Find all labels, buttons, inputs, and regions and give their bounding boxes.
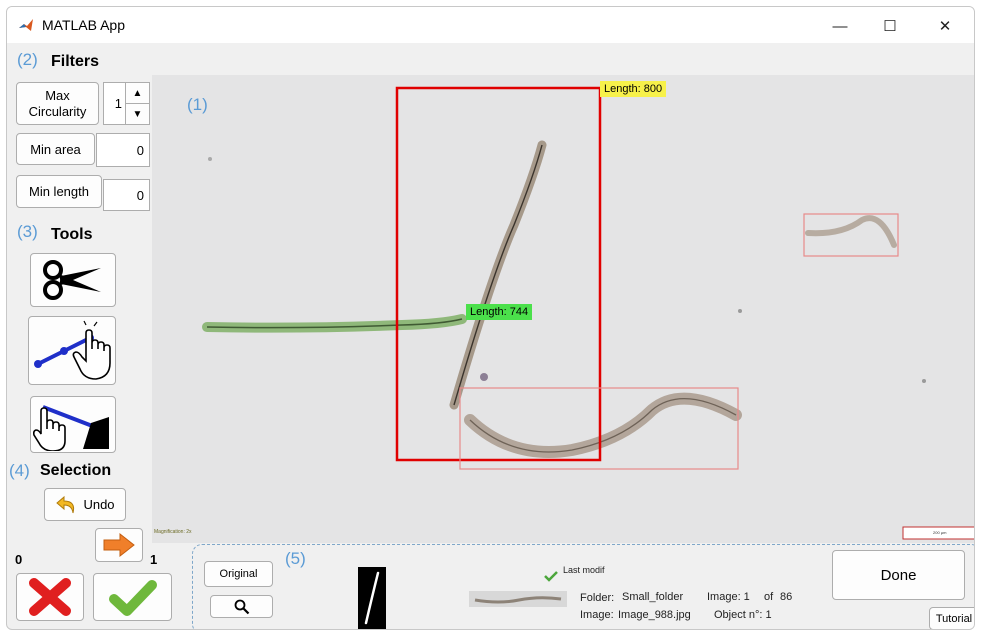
tutorial-button[interactable]: Tutorial [929,607,974,629]
folder-value: Small_folder [622,591,684,603]
accept-button[interactable] [93,573,172,621]
done-button[interactable]: Done [832,550,965,600]
length-label-red: Length: 800 [600,81,667,97]
max-circularity-label: Max Circularity [28,87,87,119]
max-circularity-field[interactable]: 1 [103,82,126,125]
object-thumbnail [469,591,567,607]
scissors-icon [43,260,101,300]
undo-arrow-icon [56,495,75,513]
callout-4: (4) [9,461,30,480]
min-area-field[interactable]: 0 [96,133,150,167]
minimize-button[interactable]: — [817,12,863,40]
callout-5: (5) [285,549,306,568]
max-circularity-button[interactable]: Max Circularity [16,82,99,125]
undo-button[interactable]: Undo [44,488,126,521]
of-label: of [764,591,774,603]
image-label: Image: [580,609,614,621]
accept-check-icon [108,580,157,616]
image-number-label: Image: 1 [707,591,750,603]
mask-thumbnail [358,567,386,629]
image-total-value: 86 [780,591,793,603]
original-button[interactable]: Original [204,561,273,587]
rejected-count: 0 [15,552,23,567]
draw-line-icon [34,320,111,380]
scissors-tool-button[interactable] [30,253,116,307]
callout-1: (1) [187,95,208,114]
object-number-label: Object n°: 1 [714,609,772,621]
next-object-button[interactable] [95,528,143,562]
title-bar: MATLAB App — ☐ ✕ [7,7,974,43]
length-label-green: Length: 744 [466,304,533,320]
undo-label: Undo [83,497,115,512]
window-title: MATLAB App [42,17,126,33]
zoom-button[interactable] [210,595,273,618]
magnifier-icon [234,599,249,614]
last-modif-label: Last modif [563,565,605,575]
folder-label: Folder: [580,592,615,604]
min-length-field[interactable]: 0 [103,179,150,211]
maximize-button[interactable]: ☐ [867,12,913,40]
worm-image [152,75,974,543]
image-value: Image_988.jpg [618,609,691,621]
selection-heading: Selection [40,462,112,479]
app-window: MATLAB App — ☐ ✕ (2) Filters Max Circula… [6,6,975,630]
callout-2: (2) [17,50,38,69]
spinner-down-icon[interactable]: ▼ [125,103,150,125]
bottom-info-panel: (5) Original Last modif Folder: Small_fo… [192,544,974,629]
image-canvas[interactable]: (1) Length: 800 Length: 744 Magnificatio… [152,75,974,543]
min-length-button[interactable]: Min length [16,175,102,208]
erase-line-icon [33,404,109,451]
reject-x-icon [29,578,71,616]
tools-heading: Tools [51,226,93,243]
callout-3: (3) [17,222,38,241]
reject-button[interactable] [16,573,84,621]
magnification-label: Magnification: 2x [154,529,192,535]
min-area-button[interactable]: Min area [16,133,95,165]
checkmark-icon [544,571,558,582]
erase-line-tool-button[interactable] [30,396,116,453]
scalebar-label: 200 µm [933,530,947,535]
draw-line-tool-button[interactable] [28,316,116,385]
spinner-up-icon[interactable]: ▲ [125,82,150,104]
arrow-right-icon [103,532,135,558]
accepted-count: 1 [150,552,158,567]
matlab-logo-icon [18,17,34,33]
filters-heading: Filters [51,53,100,70]
close-button[interactable]: ✕ [922,12,968,40]
